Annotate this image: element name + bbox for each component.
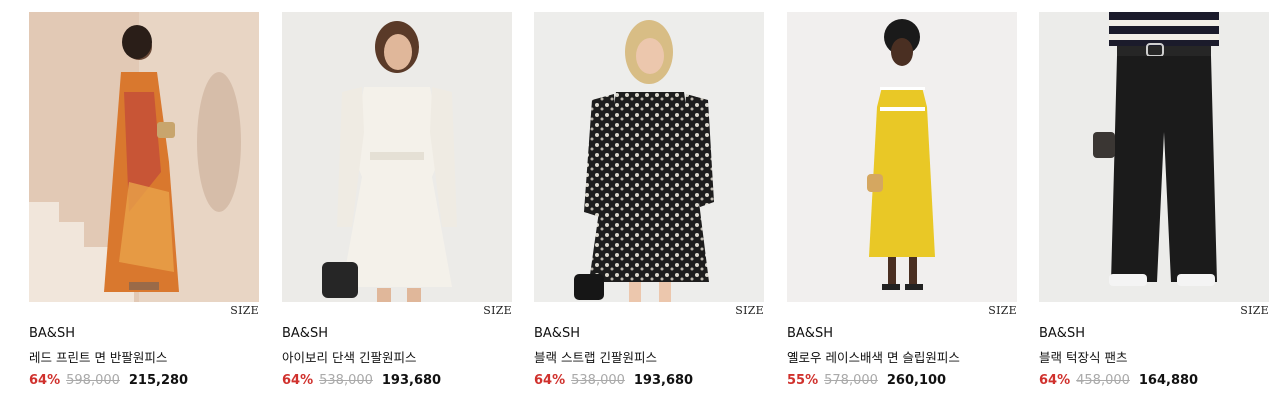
size-label[interactable]: SIZE xyxy=(735,304,764,317)
price-row: 64% 538,000 193,680 xyxy=(534,373,693,388)
discount-rate: 64% xyxy=(29,373,61,388)
sale-price: 193,680 xyxy=(381,373,442,388)
original-price: 578,000 xyxy=(824,373,878,388)
product-image[interactable] xyxy=(534,12,764,302)
original-price: 598,000 xyxy=(66,373,120,388)
product-card[interactable]: SIZE BA&SH 블랙 스트랩 긴팔원피스 64% 538,000 193,68… xyxy=(534,12,764,388)
product-brand: BA&SH xyxy=(534,326,580,341)
product-grid: SIZE BA&SH 레드 프린트 면 반팔원피스 64% 598,000 215,… xyxy=(0,0,1275,412)
product-card[interactable]: SIZE BA&SH 레드 프린트 면 반팔원피스 64% 598,000 215,… xyxy=(29,12,259,388)
sale-price: 164,880 xyxy=(1138,373,1199,388)
product-name[interactable]: 레드 프린트 면 반팔원피스 xyxy=(29,347,167,366)
size-label[interactable]: SIZE xyxy=(483,304,512,317)
product-image[interactable] xyxy=(29,12,259,302)
discount-rate: 64% xyxy=(282,373,314,388)
sale-price: 260,100 xyxy=(886,373,947,388)
product-name[interactable]: 블랙 스트랩 긴팔원피스 xyxy=(534,347,657,366)
size-label[interactable]: SIZE xyxy=(230,304,259,317)
original-price: 538,000 xyxy=(571,373,625,388)
product-brand: BA&SH xyxy=(787,326,833,341)
product-image[interactable] xyxy=(1039,12,1269,302)
original-price: 458,000 xyxy=(1076,373,1130,388)
sale-price: 193,680 xyxy=(633,373,694,388)
price-row: 64% 538,000 193,680 xyxy=(282,373,441,388)
price-row: 64% 598,000 215,280 xyxy=(29,373,188,388)
product-name[interactable]: 옐로우 레이스배색 면 슬립원피스 xyxy=(787,347,960,366)
discount-rate: 55% xyxy=(787,373,819,388)
discount-rate: 64% xyxy=(534,373,566,388)
product-brand: BA&SH xyxy=(282,326,328,341)
product-name[interactable]: 블랙 턱장식 팬츠 xyxy=(1039,347,1127,366)
product-card[interactable]: SIZE BA&SH 아이보리 단색 긴팔원피스 64% 538,000 193,6… xyxy=(282,12,512,388)
product-brand: BA&SH xyxy=(29,326,75,341)
product-card[interactable]: SIZE BA&SH 블랙 턱장식 팬츠 64% 458,000 164,880 xyxy=(1039,12,1269,388)
discount-rate: 64% xyxy=(1039,373,1071,388)
product-image[interactable] xyxy=(787,12,1017,302)
size-label[interactable]: SIZE xyxy=(988,304,1017,317)
product-name[interactable]: 아이보리 단색 긴팔원피스 xyxy=(282,347,416,366)
size-label[interactable]: SIZE xyxy=(1240,304,1269,317)
product-card[interactable]: SIZE BA&SH 옐로우 레이스배색 면 슬립원피스 55% 578,000 2… xyxy=(787,12,1017,388)
price-row: 64% 458,000 164,880 xyxy=(1039,373,1198,388)
sale-price: 215,280 xyxy=(128,373,189,388)
product-brand: BA&SH xyxy=(1039,326,1085,341)
original-price: 538,000 xyxy=(319,373,373,388)
product-image[interactable] xyxy=(282,12,512,302)
price-row: 55% 578,000 260,100 xyxy=(787,373,946,388)
